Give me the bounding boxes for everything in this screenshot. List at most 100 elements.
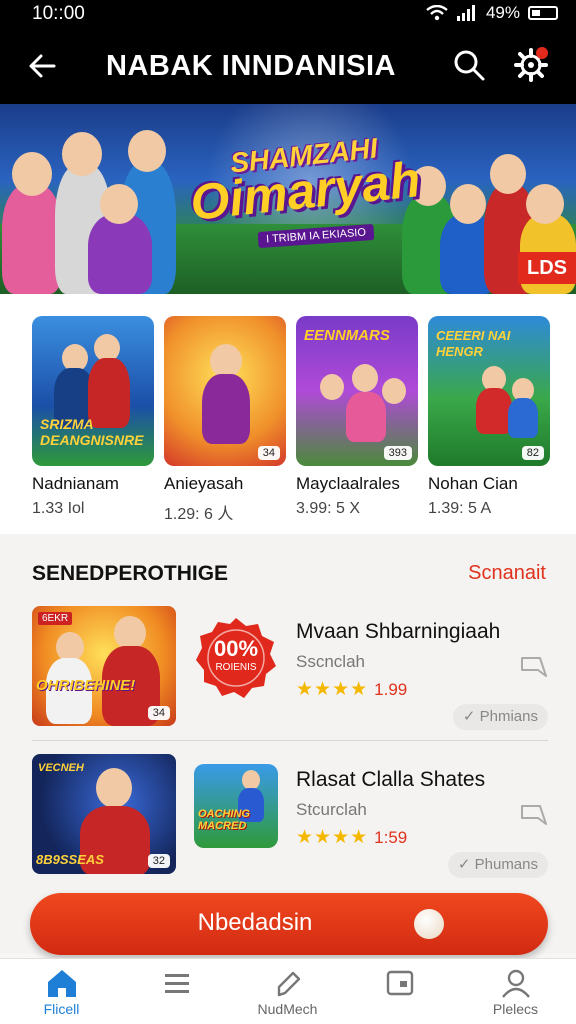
hero-figure-head [450,184,486,224]
card-figure-head [352,364,378,392]
rating-stars: ★★★★ [296,679,369,700]
featured-card[interactable]: 34 Anieyasah 1.29: 6 人 [164,316,286,524]
card-artwork: 34 [164,316,286,466]
hero-banner[interactable]: SHAMZAHI Oimaryah I TRIBM IA EKIASIO LDS [0,104,576,294]
list-item-rating: ★★★★ 1.99 [296,678,407,701]
rating-value: 1:59 [374,827,408,847]
page-title: NABAK INNDANISIA [106,50,396,82]
primary-cta-button[interactable]: Nbedadsin [30,893,548,955]
menu-icon [164,974,189,993]
thumbnail-tag: 6EKR [38,612,73,625]
nav-label: Plelecs [492,1001,539,1017]
hero-figure-head [490,154,526,194]
card-figure [346,392,386,442]
card-artwork: SRIZMA DEANGNISNRE [32,316,154,466]
card-figure [202,374,250,444]
list-item[interactable]: 6EKR OHRIBEHINE! 34 00% ROIENIS Mvaan Sh… [0,606,576,746]
back-arrow-icon[interactable] [24,48,60,84]
list-item-title: Rlasat Clalla Shates [296,768,486,791]
battery-percent: 49% [485,3,520,22]
icon-art-text: OACHING MACRED [198,808,250,832]
hero-figure-head [526,184,564,224]
thumbnail-tag: VECNEH [38,762,84,774]
rating-value: 1.99 [374,679,408,699]
bottom-nav: Flicell NudMech Plelecs [0,958,576,1024]
list-item[interactable]: VECNEH 8B9SSEAS 32 OACHING MACRED Rlasat… [0,754,576,894]
battery-icon [528,6,558,20]
list-item-subtitle: Sscnclah [296,652,365,671]
hero-figure-head [128,130,166,172]
list-section: SENEDPEROTHIGE Scnanait 6EKR OHRIBEHINE!… [0,534,576,954]
card-badge: 82 [521,446,544,460]
list-item-subtitle: Stcurclah [296,800,367,819]
hero-figure-head [100,184,138,224]
nav-label: NudMech [257,1001,318,1017]
card-figure [508,398,538,438]
search-icon[interactable] [452,48,486,82]
app-screen: 10::00 49% NABAK INNDANISIA SHAMZAHI Oim… [0,0,576,1024]
card-meta: 1.39: 5 A [428,500,492,517]
profile-icon [501,969,530,998]
card-badge: 34 [257,446,280,460]
featured-cards: SRIZMA DEANGNISNRE Nadnianam 1.33 Iol 34… [0,294,576,534]
row-divider [32,740,548,741]
thumbnail-count: 34 [147,706,170,720]
thumb-figure-head [114,616,146,650]
nav-item-profile[interactable]: Plelecs [458,967,573,1017]
status-time: 10::00 [32,3,85,24]
card-title: Anieyasah [164,474,244,493]
hero-figure [88,214,152,294]
nav-item-home[interactable]: Flicell [4,967,119,1017]
ball-icon [414,909,444,939]
card-meta: 1.29: 6 人 [164,506,234,523]
discount-badge-text: 00% [213,636,259,661]
thumb-figure-head [96,768,132,808]
wifi-icon [426,5,448,21]
featured-card[interactable]: EENNMARS 393 Mayclaalrales 3.99: 5 X [296,316,418,518]
hero-figure [2,184,62,294]
card-art-text: CEEERI NAI HENGR [436,328,511,359]
gear-icon[interactable] [512,46,550,84]
card-figure-head [382,378,406,404]
home-icon [47,970,76,997]
share-icon[interactable] [520,654,548,678]
list-item-thumbnail: 6EKR OHRIBEHINE! 34 [32,606,176,726]
nav-label: Flicell [43,1001,80,1017]
status-pill[interactable]: ✓ Phmians [452,704,548,730]
status-bar: 10::00 49% [0,0,576,28]
card-figure-head [320,374,344,400]
thumbnail-text: OHRIBEHINE! [36,677,136,694]
thumbnail-text: 8B9SSEAS [36,852,104,867]
cta-label: Nbedadsin [197,909,313,936]
hero-figure-head [62,132,102,176]
share-icon[interactable] [520,802,548,826]
nav-item-tablet[interactable] [342,967,457,1001]
card-art-text: EENNMARS [304,327,390,344]
status-icons: 49% [426,3,558,23]
card-figure-head [210,344,242,378]
card-meta: 3.99: 5 X [296,500,361,517]
featured-card[interactable]: CEEERI NAI HENGR 82 Nohan Cian 1.39: 5 A [428,316,550,518]
list-item-thumbnail: VECNEH 8B9SSEAS 32 [32,754,176,874]
card-badge: 393 [383,446,412,460]
edit-icon [277,971,300,997]
list-item-title: Mvaan Shbarningiaah [296,620,501,643]
thumbnail-count: 32 [147,854,170,868]
discount-badge-sub: ROIENIS [215,662,257,673]
hero-badge: LDS [518,252,576,284]
card-title: Nohan Cian [428,474,518,493]
rating-stars: ★★★★ [296,827,369,848]
list-item-icon: OACHING MACRED [194,764,278,848]
see-all-link[interactable]: Scnanait [468,562,546,585]
list-item-rating: ★★★★ 1:59 [296,826,407,849]
card-artwork: EENNMARS 393 [296,316,418,466]
card-figure [476,388,512,434]
status-pill[interactable]: ✓ Phumans [447,852,548,878]
hero-figure-head [12,152,52,196]
card-meta: 1.33 Iol [32,500,85,517]
featured-card[interactable]: SRIZMA DEANGNISNRE Nadnianam 1.33 Iol [32,316,154,518]
nav-item-menu[interactable] [119,967,234,1001]
nav-item-edit[interactable]: NudMech [230,967,345,1017]
section-title: SENEDPEROTHIGE [32,562,229,585]
signal-icon [456,5,475,21]
